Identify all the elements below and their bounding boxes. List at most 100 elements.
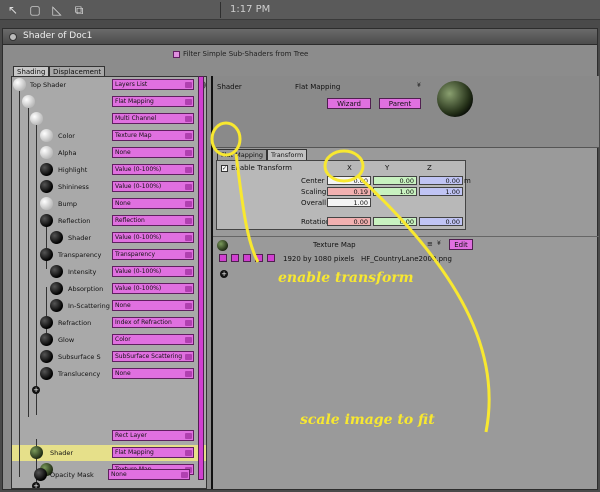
tree-scrollbar[interactable] [198,76,204,480]
tree-row[interactable]: Top Shader Layers List ≡ [12,77,206,93]
tree-row[interactable]: Multi Channel [12,111,206,127]
add-icon[interactable]: + [32,482,40,488]
scaling-label: Scaling [301,188,327,196]
clock-readout: 1:17 PM [230,4,271,15]
tree-row[interactable]: Glow Color [12,332,206,348]
transform-panel: ✓ Enable Transform X Y Z Center 0.00 0.0… [216,160,471,230]
scale-icon[interactable]: ⧉ [72,3,86,17]
shader-dropdown[interactable]: Rect Layer [112,430,194,441]
shader-dropdown[interactable]: None [108,469,190,480]
tree-row[interactable]: Bump None [12,196,206,212]
add-icon[interactable]: + [32,386,40,394]
tab-transform[interactable]: Transform [267,149,308,160]
center-x-field[interactable]: 0.00 [327,176,371,185]
shader-dropdown[interactable]: Value (0-100%) [112,181,194,192]
collapse-icon[interactable]: ¥ [417,82,421,89]
tab-displacement[interactable]: Displacement [49,66,106,76]
info-icon[interactable] [267,254,275,262]
shader-dropdown[interactable]: Index of Refraction [112,317,194,328]
tree-row[interactable]: Alpha None [12,145,206,161]
scaling-z-field[interactable]: 1.00 [419,187,463,196]
frame-icon[interactable]: ▢ [28,3,42,17]
shader-dropdown[interactable]: None [112,300,194,311]
tree-row[interactable]: Reflection Reflection [12,213,206,229]
rotation-y-field[interactable]: 0.00 [373,217,417,226]
texture-resolution: 1920 by 1080 pixels [283,255,355,263]
open-file-icon[interactable] [219,254,227,262]
tree-row[interactable]: Subsurface S SubSurface Scattering [12,349,206,365]
tree-row[interactable]: Absorption Value (0-100%) [12,281,206,297]
col-z: Z [427,164,432,172]
shader-dropdown[interactable]: Flat Mapping [112,447,194,458]
select-icon[interactable]: ↖ [6,3,20,17]
parent-button[interactable]: Parent [379,98,421,109]
filter-option[interactable]: Filter Simple Sub-Shaders from Tree [173,50,308,58]
edit-button[interactable]: Edit [449,239,473,250]
shader-dropdown[interactable]: Texture Map [112,130,194,141]
window-titlebar[interactable]: Shader of Doc1 [3,29,597,45]
tree-row-label: Color [58,132,75,140]
shader-preview [437,81,473,117]
link-icon[interactable] [255,254,263,262]
close-icon[interactable] [9,33,17,41]
tree-row-label: Subsurface S [58,353,101,361]
enable-transform-checkbox[interactable]: ✓ [221,165,228,172]
window-title: Shader of Doc1 [23,31,93,41]
shader-dropdown[interactable]: Value (0-100%) [112,232,194,243]
shader-dropdown[interactable]: Value (0-100%) [112,266,194,277]
tree-row[interactable]: Transparency Transparency [12,247,206,263]
tree-row-label: Shader [68,234,92,242]
tree-row[interactable]: Opacity Mask None [12,468,202,482]
rotation-x-field[interactable]: 0.00 [327,217,371,226]
overall-label: Overall [301,199,327,207]
tree-row[interactable]: Rect Layer [12,428,206,444]
tab-shading[interactable]: Shading [13,66,50,76]
shader-dropdown[interactable]: Layers List [112,79,194,90]
wizard-button[interactable]: Wizard [327,98,371,109]
shader-dropdown[interactable]: Flat Mapping [112,96,194,107]
collapse-icon[interactable]: ¥ [437,240,441,247]
shader-dropdown[interactable]: Reflection [112,215,194,226]
center-y-field[interactable]: 0.00 [373,176,417,185]
skew-icon[interactable]: ◺ [50,3,64,17]
scaling-x-field[interactable]: 0.19 [327,187,371,196]
overall-field[interactable]: 1.00 [327,198,371,207]
shader-dropdown[interactable]: Multi Channel [112,113,194,124]
menu-icon[interactable]: ≡ [427,240,433,248]
tree-row[interactable]: Intensity Value (0-100%) [12,264,206,280]
export-icon[interactable] [231,254,239,262]
tree-row[interactable]: Color Texture Map [12,128,206,144]
tree-row[interactable]: Shader Flat Mapping [12,445,206,461]
add-icon[interactable]: + [220,270,228,278]
annotation-scale-image: scale image to fit [300,412,435,428]
tree-row[interactable]: Flat Mapping [12,94,206,110]
shader-dropdown[interactable]: None [112,147,194,158]
tree-row[interactable]: Highlight Value (0-100%) [12,162,206,178]
tree-row[interactable]: Translucency None [12,366,206,382]
shader-dropdown[interactable]: Value (0-100%) [112,164,194,175]
center-label: Center [301,177,325,185]
col-x: X [347,164,352,172]
filter-checkbox[interactable] [173,50,180,58]
shader-tree: Top Shader Layers List ≡ Flat Mapping Mu… [11,76,207,489]
tree-row[interactable]: In-Scattering None [12,298,206,314]
shader-dropdown[interactable]: Value (0-100%) [112,283,194,294]
tree-row-label: Absorption [68,285,104,293]
tree-row[interactable]: Shader Value (0-100%) [12,230,206,246]
shader-dropdown[interactable]: None [112,198,194,209]
shader-header: Shader Flat Mapping ¥ Wizard Parent [213,76,599,148]
scaling-y-field[interactable]: 1.00 [373,187,417,196]
reload-icon[interactable] [243,254,251,262]
tree-row-label: Transparency [58,251,102,259]
tree-row-label: Shininess [58,183,89,191]
shader-dropdown[interactable]: Transparency [112,249,194,260]
shader-dropdown[interactable]: None [112,368,194,379]
tree-row[interactable]: Refraction Index of Refraction [12,315,206,331]
shader-dropdown[interactable]: SubSurface Scattering [112,351,194,362]
shader-dropdown[interactable]: Color [112,334,194,345]
tree-row-label: Opacity Mask [50,471,94,479]
center-z-field[interactable]: 0.00 [419,176,463,185]
tab-flat-mapping[interactable]: Flat Mapping [217,149,268,160]
tree-row[interactable]: Shininess Value (0-100%) [12,179,206,195]
rotation-z-field[interactable]: 0.00 [419,217,463,226]
